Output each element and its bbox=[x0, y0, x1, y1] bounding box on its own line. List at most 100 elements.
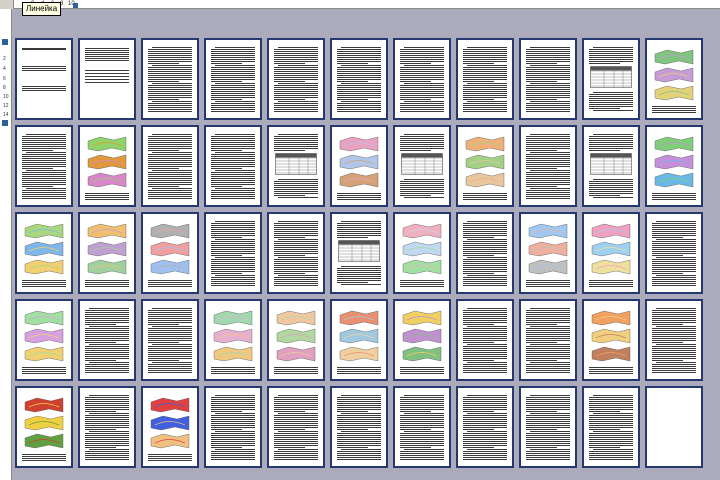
page-thumbnail[interactable] bbox=[393, 125, 451, 207]
text-line bbox=[274, 427, 318, 428]
page-thumbnail[interactable] bbox=[141, 212, 199, 294]
text-line bbox=[85, 415, 129, 416]
page-thumbnail[interactable] bbox=[582, 38, 640, 120]
page-thumbnail[interactable] bbox=[330, 38, 388, 120]
page-thumbnail[interactable] bbox=[141, 125, 199, 207]
text-line bbox=[148, 148, 192, 149]
page-thumbnail[interactable] bbox=[204, 125, 262, 207]
page-thumbnail[interactable] bbox=[519, 212, 577, 294]
ruler-corner[interactable] bbox=[0, 0, 14, 9]
page-thumbnail[interactable] bbox=[330, 299, 388, 381]
page-thumbnail[interactable] bbox=[582, 299, 640, 381]
text-line bbox=[211, 401, 255, 402]
table-image bbox=[590, 66, 632, 88]
text-line bbox=[400, 407, 444, 408]
text-line bbox=[341, 65, 381, 66]
text-line bbox=[652, 312, 696, 313]
top-margin-marker[interactable] bbox=[2, 39, 8, 45]
ruler-tooltip: Линейка bbox=[22, 2, 62, 16]
page-thumbnail[interactable] bbox=[456, 212, 514, 294]
text-line bbox=[589, 280, 633, 281]
page-thumbnail[interactable] bbox=[456, 299, 514, 381]
page-thumbnail[interactable] bbox=[330, 125, 388, 207]
text-line bbox=[85, 411, 116, 412]
page-thumbnail[interactable] bbox=[15, 299, 73, 381]
page-thumbnail[interactable] bbox=[519, 125, 577, 207]
right-indent-marker[interactable] bbox=[73, 3, 78, 8]
page-thumbnail[interactable] bbox=[645, 38, 703, 120]
text-line bbox=[85, 330, 129, 331]
page-thumbnail[interactable] bbox=[204, 212, 262, 294]
text-line bbox=[274, 231, 318, 232]
text-line bbox=[463, 455, 507, 456]
text-line bbox=[526, 354, 570, 355]
page-thumbnail[interactable] bbox=[78, 299, 136, 381]
page-thumbnail[interactable] bbox=[15, 386, 73, 468]
vertical-ruler[interactable]: 2 4 6 8 10 12 14 bbox=[0, 9, 12, 480]
page-thumbnail[interactable] bbox=[267, 386, 325, 468]
text-line bbox=[400, 57, 444, 58]
bottom-margin-marker[interactable] bbox=[2, 120, 8, 126]
page-thumbnail[interactable] bbox=[582, 125, 640, 207]
page-thumbnail[interactable] bbox=[393, 212, 451, 294]
text-line bbox=[526, 57, 570, 58]
page-thumbnail[interactable] bbox=[267, 38, 325, 120]
page-thumbnail[interactable] bbox=[456, 38, 514, 120]
page-thumbnail[interactable] bbox=[15, 38, 73, 120]
ruler-number: 4 bbox=[3, 66, 6, 72]
page-thumbnail[interactable] bbox=[15, 212, 73, 294]
page-thumbnail[interactable] bbox=[267, 125, 325, 207]
text-line bbox=[463, 95, 507, 96]
page-thumbnail[interactable] bbox=[141, 38, 199, 120]
page-thumbnail[interactable] bbox=[393, 38, 451, 120]
page-thumbnail[interactable] bbox=[519, 299, 577, 381]
page-thumbnail[interactable] bbox=[645, 125, 703, 207]
page-thumbnail[interactable] bbox=[456, 125, 514, 207]
text-line bbox=[148, 146, 192, 147]
page-thumbnail[interactable] bbox=[393, 299, 451, 381]
page-thumbnail[interactable] bbox=[78, 125, 136, 207]
page-thumbnail[interactable] bbox=[141, 299, 199, 381]
page-thumbnail[interactable] bbox=[330, 386, 388, 468]
text-line bbox=[148, 162, 192, 163]
text-line bbox=[215, 47, 255, 48]
page-thumbnail[interactable] bbox=[78, 38, 136, 120]
text-line bbox=[652, 233, 696, 234]
text-line bbox=[211, 184, 255, 185]
page-thumbnail[interactable] bbox=[645, 386, 703, 468]
text-line bbox=[22, 284, 66, 285]
page-thumbnail[interactable] bbox=[456, 386, 514, 468]
page-thumbnail[interactable] bbox=[15, 125, 73, 207]
text-line bbox=[85, 447, 116, 448]
text-line bbox=[463, 91, 507, 92]
text-line bbox=[467, 221, 507, 222]
text-line bbox=[341, 221, 381, 222]
page-thumbnail[interactable] bbox=[645, 299, 703, 381]
page-thumbnail[interactable] bbox=[582, 212, 640, 294]
horizontal-ruler[interactable]: 2 4 6 8 10 bbox=[0, 0, 720, 9]
page-thumbnail[interactable] bbox=[393, 386, 451, 468]
page-thumbnail[interactable] bbox=[267, 299, 325, 381]
text-line bbox=[400, 136, 444, 137]
page-thumbnail[interactable] bbox=[204, 38, 262, 120]
page-thumbnail[interactable] bbox=[582, 386, 640, 468]
page-thumbnail[interactable] bbox=[78, 212, 136, 294]
page-thumbnail[interactable] bbox=[330, 212, 388, 294]
text-line bbox=[211, 136, 255, 137]
text-line bbox=[463, 439, 507, 440]
page-thumbnail[interactable] bbox=[78, 386, 136, 468]
text-line bbox=[467, 257, 507, 258]
text-line bbox=[400, 435, 444, 436]
page-thumbnail[interactable] bbox=[204, 386, 262, 468]
page-thumbnail[interactable] bbox=[519, 38, 577, 120]
text-line bbox=[211, 241, 255, 242]
text-line bbox=[404, 65, 444, 66]
page-thumbnail[interactable] bbox=[141, 386, 199, 468]
text-line bbox=[89, 449, 129, 450]
page-thumbnail[interactable] bbox=[204, 299, 262, 381]
page-thumbnail[interactable] bbox=[519, 386, 577, 468]
page-thumbnail[interactable] bbox=[645, 212, 703, 294]
text-line bbox=[463, 237, 494, 238]
text-line bbox=[400, 457, 444, 458]
page-thumbnail[interactable] bbox=[267, 212, 325, 294]
